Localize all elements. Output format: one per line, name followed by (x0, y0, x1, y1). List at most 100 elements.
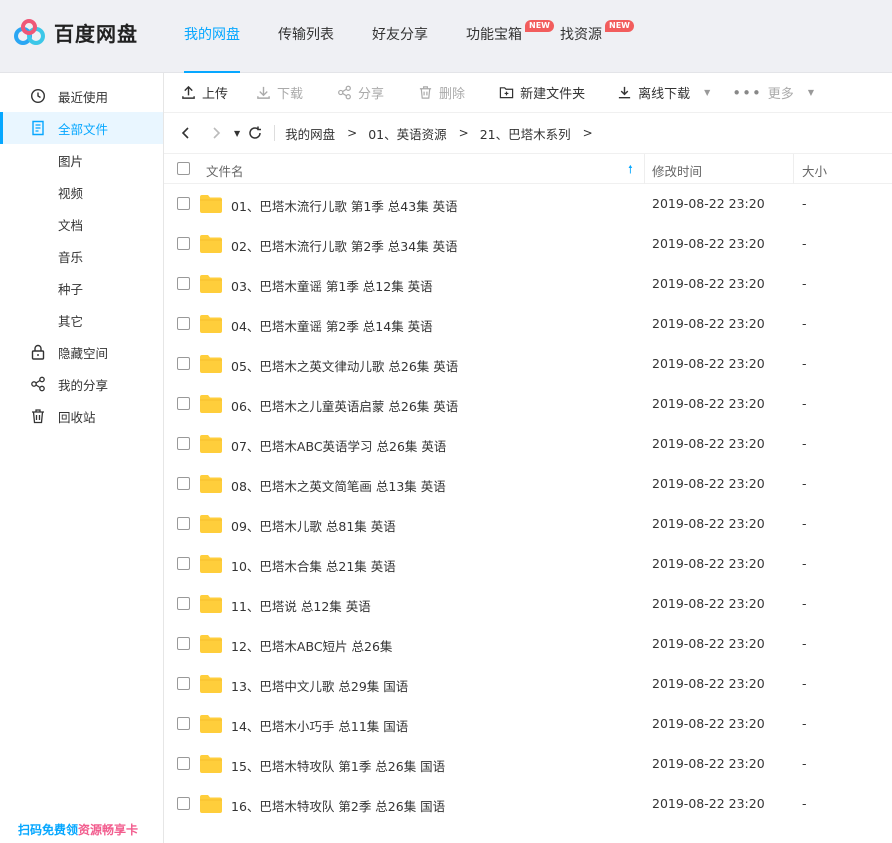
column-divider[interactable] (644, 154, 645, 184)
share-icon (30, 376, 46, 392)
file-name[interactable]: 02、巴塔木流行儿歌 第2季 总34集 英语 (231, 236, 458, 255)
row-checkbox[interactable] (177, 517, 190, 530)
nav-tab-1[interactable]: 传输列表 (264, 0, 348, 73)
file-name[interactable]: 15、巴塔木特攻队 第1季 总26集 国语 (231, 756, 445, 775)
sidebar-item-label: 文档 (58, 217, 84, 233)
upload-button[interactable]: 上传 (181, 81, 228, 105)
nav-tab-4[interactable]: 找资源 NEW (546, 0, 634, 73)
row-checkbox[interactable] (177, 357, 190, 370)
chevron-down-icon[interactable]: ▼ (704, 88, 710, 97)
column-divider[interactable] (793, 154, 794, 184)
table-row[interactable]: 14、巴塔木小巧手 总11集 国语 2019-08-22 23:20 - (164, 704, 892, 744)
table-row[interactable]: 09、巴塔木儿歌 总81集 英语 2019-08-22 23:20 - (164, 504, 892, 544)
table-row[interactable]: 07、巴塔木ABC英语学习 总26集 英语 2019-08-22 23:20 - (164, 424, 892, 464)
row-checkbox[interactable] (177, 797, 190, 810)
file-name[interactable]: 13、巴塔中文儿歌 总29集 国语 (231, 676, 408, 695)
table-row[interactable]: 02、巴塔木流行儿歌 第2季 总34集 英语 2019-08-22 23:20 - (164, 224, 892, 264)
promo-banner[interactable]: 扫码免费领资源畅享卡 (18, 821, 138, 838)
table-row[interactable]: 15、巴塔木特攻队 第1季 总26集 国语 2019-08-22 23:20 - (164, 744, 892, 784)
breadcrumb-item[interactable]: 21、巴塔木系列 (480, 124, 571, 143)
main-nav: 我的网盘 传输列表 好友分享 功能宝箱 NEW 找资源 NEW (170, 0, 634, 73)
table-row[interactable]: 05、巴塔木之英文律动儿歌 总26集 英语 2019-08-22 23:20 - (164, 344, 892, 384)
file-name[interactable]: 16、巴塔木特攻队 第2季 总26集 国语 (231, 796, 445, 815)
table-row[interactable]: 12、巴塔木ABC短片 总26集 2019-08-22 23:20 - (164, 624, 892, 664)
sidebar-item-2[interactable]: 图片 (0, 144, 163, 176)
file-size: - (802, 236, 807, 251)
sidebar-item-8[interactable]: 隐藏空间 (0, 336, 163, 368)
row-checkbox[interactable] (177, 597, 190, 610)
table-row[interactable]: 06、巴塔木之儿童英语启蒙 总26集 英语 2019-08-22 23:20 - (164, 384, 892, 424)
row-checkbox[interactable] (177, 717, 190, 730)
sidebar-item-3[interactable]: 视频 (0, 176, 163, 208)
download-button[interactable]: 下载 (256, 81, 303, 105)
delete-button[interactable]: 删除 (418, 81, 465, 105)
share-button[interactable]: 分享 (337, 81, 384, 105)
row-checkbox[interactable] (177, 757, 190, 770)
chevron-down-icon[interactable]: ▼ (808, 88, 814, 97)
nav-tab-0[interactable]: 我的网盘 (170, 0, 254, 73)
row-checkbox[interactable] (177, 397, 190, 410)
table-row[interactable]: 03、巴塔木童谣 第1季 总12集 英语 2019-08-22 23:20 - (164, 264, 892, 304)
sidebar-item-6[interactable]: 种子 (0, 272, 163, 304)
file-name[interactable]: 06、巴塔木之儿童英语启蒙 总26集 英语 (231, 396, 458, 415)
breadcrumb-item[interactable]: 我的网盘 (285, 124, 335, 143)
row-checkbox[interactable] (177, 557, 190, 570)
breadcrumb-item[interactable]: 01、英语资源 (368, 124, 446, 143)
row-checkbox[interactable] (177, 237, 190, 250)
trash-icon (419, 86, 432, 99)
row-checkbox[interactable] (177, 437, 190, 450)
sidebar-item-9[interactable]: 我的分享 (0, 368, 163, 400)
sidebar-item-4[interactable]: 文档 (0, 208, 163, 240)
offline-download-button[interactable]: 离线下载 ▼ (617, 81, 710, 105)
column-header-name[interactable]: 文件名 (206, 161, 244, 180)
table-row[interactable]: 01、巴塔木流行儿歌 第1季 总43集 英语 2019-08-22 23:20 - (164, 184, 892, 224)
table-row[interactable]: 16、巴塔木特攻队 第2季 总26集 国语 2019-08-22 23:20 - (164, 784, 892, 824)
file-name[interactable]: 12、巴塔木ABC短片 总26集 (231, 636, 392, 655)
file-name[interactable]: 08、巴塔木之英文简笔画 总13集 英语 (231, 476, 446, 495)
sidebar-item-5[interactable]: 音乐 (0, 240, 163, 272)
file-name[interactable]: 11、巴塔说 总12集 英语 (231, 596, 371, 615)
select-all-checkbox[interactable] (177, 162, 190, 175)
file-name[interactable]: 14、巴塔木小巧手 总11集 国语 (231, 716, 408, 735)
row-checkbox[interactable] (177, 317, 190, 330)
table-row[interactable]: 13、巴塔中文儿歌 总29集 国语 2019-08-22 23:20 - (164, 664, 892, 704)
file-modified-time: 2019-08-22 23:20 (652, 596, 765, 611)
file-name[interactable]: 07、巴塔木ABC英语学习 总26集 英语 (231, 436, 446, 455)
row-checkbox[interactable] (177, 677, 190, 690)
history-dropdown-icon[interactable]: ▼ (234, 129, 240, 138)
file-name[interactable]: 09、巴塔木儿歌 总81集 英语 (231, 516, 396, 535)
file-size: - (802, 556, 807, 571)
row-checkbox[interactable] (177, 477, 190, 490)
sidebar-item-10[interactable]: 回收站 (0, 400, 163, 432)
file-name[interactable]: 10、巴塔木合集 总21集 英语 (231, 556, 396, 575)
file-modified-time: 2019-08-22 23:20 (652, 196, 765, 211)
row-checkbox[interactable] (177, 197, 190, 210)
file-name[interactable]: 04、巴塔木童谣 第2季 总14集 英语 (231, 316, 433, 335)
row-checkbox[interactable] (177, 637, 190, 650)
table-row[interactable]: 10、巴塔木合集 总21集 英语 2019-08-22 23:20 - (164, 544, 892, 584)
file-name[interactable]: 03、巴塔木童谣 第1季 总12集 英语 (231, 276, 433, 295)
file-name[interactable]: 01、巴塔木流行儿歌 第1季 总43集 英语 (231, 196, 458, 215)
refresh-icon[interactable] (248, 126, 262, 140)
delete-label: 删除 (439, 87, 466, 102)
sidebar-item-0[interactable]: 最近使用 (0, 80, 163, 112)
column-header-size[interactable]: 大小 (802, 161, 827, 180)
sidebar-item-1[interactable]: 全部文件 (0, 112, 163, 144)
app-logo[interactable]: 百度网盘 (14, 18, 138, 47)
download-label: 下载 (277, 87, 304, 102)
sort-ascending-icon[interactable]: 🠕 (628, 161, 633, 180)
new-folder-button[interactable]: 新建文件夹 (499, 81, 585, 105)
row-checkbox[interactable] (177, 277, 190, 290)
nav-tab-2[interactable]: 好友分享 (358, 0, 442, 73)
file-name[interactable]: 05、巴塔木之英文律动儿歌 总26集 英语 (231, 356, 458, 375)
table-row[interactable]: 04、巴塔木童谣 第2季 总14集 英语 2019-08-22 23:20 - (164, 304, 892, 344)
back-icon[interactable] (180, 126, 192, 140)
nav-tab-3[interactable]: 功能宝箱 NEW (452, 0, 554, 73)
sidebar-item-7[interactable]: 其它 (0, 304, 163, 336)
table-row[interactable]: 08、巴塔木之英文简笔画 总13集 英语 2019-08-22 23:20 - (164, 464, 892, 504)
more-button[interactable]: ••• 更多 ▼ (732, 81, 814, 105)
folder-icon (200, 235, 222, 253)
column-header-modified[interactable]: 修改时间 (652, 161, 702, 180)
forward-icon[interactable] (210, 126, 222, 140)
table-row[interactable]: 11、巴塔说 总12集 英语 2019-08-22 23:20 - (164, 584, 892, 624)
